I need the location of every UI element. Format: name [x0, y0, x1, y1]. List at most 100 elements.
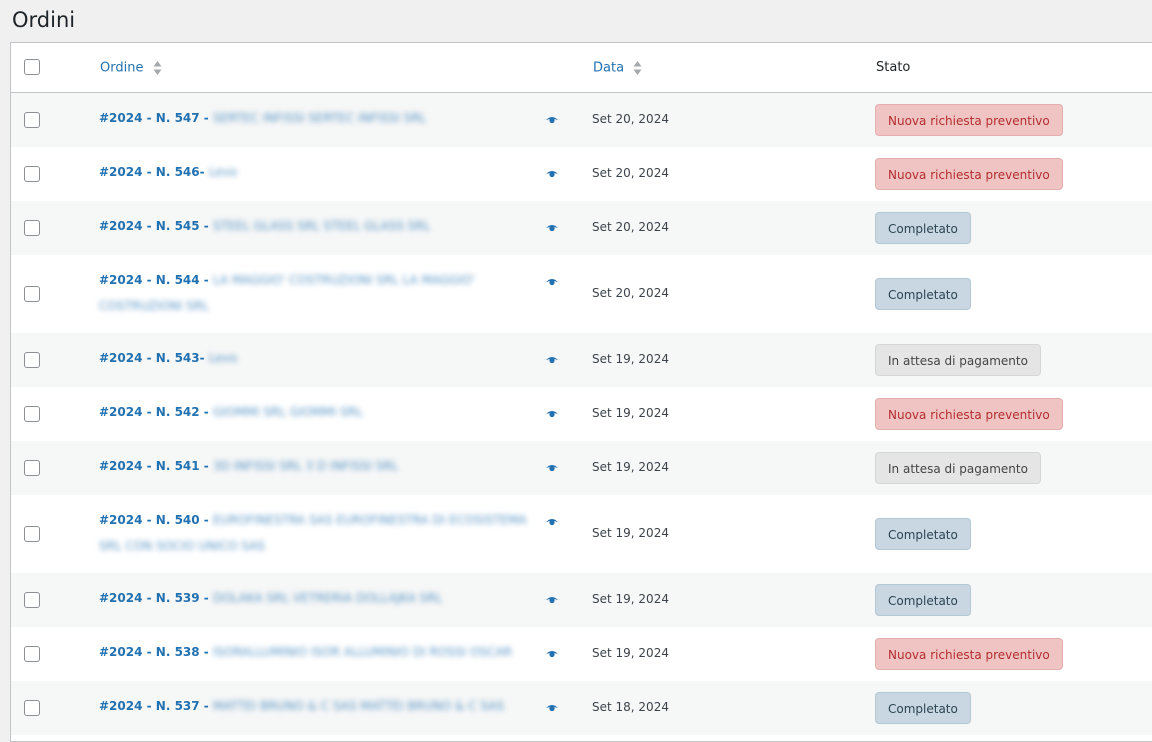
order-link[interactable]: #2024 - N. 545 - STEEL GLASS SRL STEEL G… — [99, 213, 539, 239]
table-row: #2024 - N. 542 - GIOMMI SRL GIOMMI SRL Se… — [11, 387, 1152, 441]
order-number: #2024 - N. 544 — [99, 273, 200, 287]
table-body: #2024 - N. 547 - SERTEC INFISSI SERTEC I… — [11, 93, 1152, 735]
table-row: #2024 - N. 541 - 3D INFISSI SRL 3 D INFI… — [11, 441, 1152, 495]
order-number: #2024 - N. 537 — [99, 699, 200, 713]
table-row: #2024 - N. 547 - SERTEC INFISSI SERTEC I… — [11, 93, 1152, 147]
preview-eye-icon[interactable] — [545, 355, 559, 365]
row-checkbox[interactable] — [24, 406, 40, 422]
status-badge: Completato — [875, 212, 971, 244]
preview-eye-icon[interactable] — [545, 463, 559, 473]
preview-eye-icon[interactable] — [545, 649, 559, 659]
status-badge: Nuova richiesta preventivo — [875, 104, 1063, 136]
order-date: Set 19, 2024 — [592, 406, 669, 420]
customer-name: MATTEI BRUNO & C SAS MATTEI BRUNO & C SA… — [212, 699, 505, 713]
order-separator: - — [199, 111, 213, 125]
order-date: Set 20, 2024 — [592, 286, 669, 300]
order-separator: - — [199, 459, 213, 473]
status-badge: In attesa di pagamento — [875, 452, 1041, 484]
preview-eye-icon[interactable] — [545, 703, 559, 713]
row-checkbox[interactable] — [24, 646, 40, 662]
preview-eye-icon[interactable] — [545, 517, 559, 527]
column-header-ordine[interactable]: Ordine — [100, 60, 162, 76]
row-checkbox[interactable] — [24, 460, 40, 476]
order-date: Set 20, 2024 — [592, 220, 669, 234]
table-row: #2024 - N. 545 - STEEL GLASS SRL STEEL G… — [11, 201, 1152, 255]
row-checkbox[interactable] — [24, 352, 40, 368]
order-separator: - — [199, 513, 213, 527]
status-badge: Nuova richiesta preventivo — [875, 398, 1063, 430]
status-badge: Nuova richiesta preventivo — [875, 158, 1063, 190]
row-checkbox[interactable] — [24, 526, 40, 542]
order-number: #2024 - N. 545 — [99, 219, 200, 233]
status-badge: Completato — [875, 518, 971, 550]
sort-icon — [153, 61, 162, 75]
sort-icon — [633, 61, 642, 75]
order-number: #2024 - N. 538 — [99, 645, 200, 659]
customer-name: DOLAKA SRL VETRERIA DOLLAJKA SRL — [212, 591, 443, 605]
status-badge: Completato — [875, 692, 971, 724]
order-date: Set 19, 2024 — [592, 526, 669, 540]
order-separator: - — [199, 405, 213, 419]
row-checkbox[interactable] — [24, 166, 40, 182]
order-number: #2024 - N. 541 — [99, 459, 200, 473]
row-checkbox[interactable] — [24, 286, 40, 302]
order-separator: - — [199, 699, 213, 713]
status-badge: In attesa di pagamento — [875, 344, 1041, 376]
order-separator: - — [199, 219, 213, 233]
order-separator: - — [199, 165, 209, 179]
order-link[interactable]: #2024 - N. 538 - ISORALLUMINIO ISOR ALLU… — [99, 639, 539, 665]
table-row: #2024 - N. 540 - EUROFINESTRA SAS EUROFI… — [11, 495, 1152, 573]
order-separator: - — [199, 351, 209, 365]
order-link[interactable]: #2024 - N. 537 - MATTEI BRUNO & C SAS MA… — [99, 693, 539, 719]
preview-eye-icon[interactable] — [545, 277, 559, 287]
row-checkbox[interactable] — [24, 112, 40, 128]
order-number: #2024 - N. 547 — [99, 111, 200, 125]
order-number: #2024 - N. 540 — [99, 513, 200, 527]
order-number: #2024 - N. 539 — [99, 591, 200, 605]
select-all-checkbox[interactable] — [24, 59, 40, 75]
order-link[interactable]: #2024 - N. 547 - SERTEC INFISSI SERTEC I… — [99, 105, 539, 131]
preview-eye-icon[interactable] — [545, 409, 559, 419]
order-link[interactable]: #2024 - N. 544 - LA MAGGIO' COSTRUZIONI … — [99, 267, 539, 319]
table-row: #2024 - N. 538 - ISORALLUMINIO ISOR ALLU… — [11, 627, 1152, 681]
order-date: Set 18, 2024 — [592, 700, 669, 714]
table-row: #2024 - N. 537 - MATTEI BRUNO & C SAS MA… — [11, 681, 1152, 735]
order-link[interactable]: #2024 - N. 546- Levo — [99, 159, 539, 185]
order-link[interactable]: #2024 - N. 542 - GIOMMI SRL GIOMMI SRL — [99, 399, 539, 425]
table-row: #2024 - N. 546- Levo Set 20, 2024 Nuova ri… — [11, 147, 1152, 201]
table-row: #2024 - N. 543- Levo Set 19, 2024 In attes… — [11, 333, 1152, 387]
order-number: #2024 - N. 546 — [99, 165, 200, 179]
column-header-data[interactable]: Data — [593, 60, 642, 76]
column-header-stato: Stato — [876, 60, 911, 75]
preview-eye-icon[interactable] — [545, 595, 559, 605]
customer-name: STEEL GLASS SRL STEEL GLASS SRL — [212, 219, 431, 233]
status-badge: Nuova richiesta preventivo — [875, 638, 1063, 670]
customer-name: Levo — [208, 165, 238, 179]
preview-eye-icon[interactable] — [545, 223, 559, 233]
customer-name: Levo — [208, 351, 238, 365]
order-separator: - — [199, 591, 213, 605]
order-date: Set 19, 2024 — [592, 352, 669, 366]
preview-eye-icon[interactable] — [545, 115, 559, 125]
status-badge: Completato — [875, 584, 971, 616]
page-title: Ordini — [12, 8, 76, 32]
customer-name: ISORALLUMINIO ISOR ALLUMINIO DI ROSSI OS… — [212, 645, 512, 659]
row-checkbox[interactable] — [24, 220, 40, 236]
status-badge: Completato — [875, 278, 971, 310]
table-row: #2024 - N. 544 - LA MAGGIO' COSTRUZIONI … — [11, 255, 1152, 333]
customer-name: 3D INFISSI SRL 3 D INFISSI SRL — [212, 459, 399, 473]
order-number: #2024 - N. 542 — [99, 405, 200, 419]
order-link[interactable]: #2024 - N. 540 - EUROFINESTRA SAS EUROFI… — [99, 507, 539, 559]
order-link[interactable]: #2024 - N. 539 - DOLAKA SRL VETRERIA DOL… — [99, 585, 539, 611]
preview-eye-icon[interactable] — [545, 169, 559, 179]
table-row: #2024 - N. 539 - DOLAKA SRL VETRERIA DOL… — [11, 573, 1152, 627]
column-ordine-label: Ordine — [100, 60, 144, 76]
order-separator: - — [199, 645, 213, 659]
order-link[interactable]: #2024 - N. 541 - 3D INFISSI SRL 3 D INFI… — [99, 453, 539, 479]
order-link[interactable]: #2024 - N. 543- Levo — [99, 345, 539, 371]
row-checkbox[interactable] — [24, 592, 40, 608]
order-date: Set 20, 2024 — [592, 166, 669, 180]
order-date: Set 19, 2024 — [592, 592, 669, 606]
customer-name: GIOMMI SRL GIOMMI SRL — [212, 405, 363, 419]
row-checkbox[interactable] — [24, 700, 40, 716]
